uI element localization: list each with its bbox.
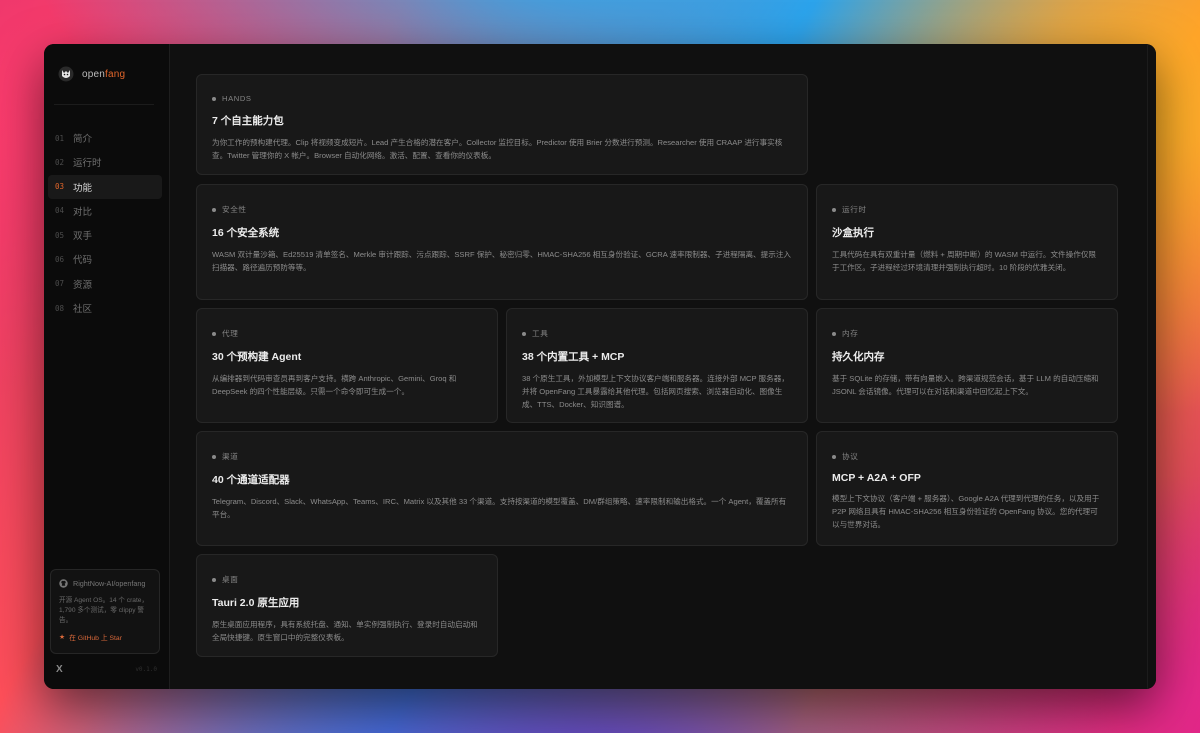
feature-tag: 桌面 bbox=[212, 574, 482, 585]
sidebar-item[interactable]: 05 双手 bbox=[48, 223, 162, 247]
feature-tag-label: 桌面 bbox=[222, 575, 239, 584]
bullet-dot-icon bbox=[832, 454, 836, 459]
feature-description: 为你工作的预构建代理。Clip 将视频变成短片。Lead 产生合格的潜在客户。C… bbox=[212, 138, 783, 160]
star-icon: ★ bbox=[59, 634, 66, 641]
sidebar-item-number: 08 bbox=[55, 303, 65, 313]
feature-description: Telegram、Discord、Slack、WhatsApp、Teams、IR… bbox=[212, 497, 787, 519]
sidebar-item-label: 对比 bbox=[73, 206, 93, 218]
feature-card[interactable]: 协议 MCP + A2A + OFP 模型上下文协议（客户端 + 服务器）、Goog… bbox=[816, 431, 1118, 546]
feature-description: WASM 双计量沙箱、Ed25519 清单签名、Merkle 审计跟踪、污点跟踪… bbox=[212, 250, 792, 272]
feature-title: 40 个通道适配器 bbox=[212, 474, 290, 486]
feature-tag: HANDS bbox=[212, 94, 792, 103]
sidebar-item-number: 05 bbox=[55, 230, 65, 240]
feature-title: 30 个预构建 Agent bbox=[212, 351, 302, 363]
bullet-dot-icon bbox=[212, 331, 216, 336]
feature-description: 38 个原生工具，外加模型上下文协议客户端和服务器。连接外部 MCP 服务器，并… bbox=[522, 374, 789, 409]
sidebar-item[interactable]: 02 运行时 bbox=[48, 150, 162, 174]
feature-title: 沙盒执行 bbox=[832, 227, 874, 239]
github-icon bbox=[59, 579, 68, 588]
bullet-dot-icon bbox=[522, 331, 526, 336]
scrollbar[interactable] bbox=[1147, 44, 1148, 689]
feature-tag: 代理 bbox=[212, 328, 482, 339]
sidebar-item-number: 06 bbox=[55, 254, 65, 264]
sidebar: openfang 01 简介 02 运行时 03 功能 04 对比 05 双手 06 代码 07 资源 08… bbox=[44, 44, 170, 689]
feature-tag: 工具 bbox=[522, 328, 792, 339]
feature-card[interactable]: 运行时沙盒执行工具代码在具有双重计量（燃料 + 周期中断）的 WASM 中运行。… bbox=[816, 184, 1118, 300]
brand[interactable]: openfang bbox=[58, 66, 125, 82]
bullet-dot-icon bbox=[832, 207, 836, 212]
sidebar-item-label: 运行时 bbox=[73, 158, 102, 170]
feature-tag-label: 安全性 bbox=[222, 205, 247, 214]
star-label: 在 GitHub 上 Star bbox=[69, 635, 122, 642]
feature-tag: 渠道 bbox=[212, 451, 792, 462]
bullet-dot-icon bbox=[212, 96, 216, 101]
repo-header[interactable]: RightNow-AI/openfang bbox=[59, 579, 151, 588]
wolf-logo-icon bbox=[58, 66, 74, 82]
sidebar-item-number: 02 bbox=[55, 157, 65, 167]
feature-description: 工具代码在具有双重计量（燃料 + 周期中断）的 WASM 中运行。文件操作仅限于… bbox=[832, 250, 1097, 272]
bullet-dot-icon bbox=[212, 454, 216, 459]
sidebar-item[interactable]: 03 功能 bbox=[48, 174, 162, 199]
sidebar-item[interactable]: 06 代码 bbox=[48, 247, 162, 271]
sidebar-item-label: 代码 bbox=[73, 255, 93, 267]
sidebar-item-label: 功能 bbox=[73, 182, 93, 194]
sidebar-item[interactable]: 08 社区 bbox=[48, 296, 162, 320]
feature-description: 基于 SQLite 的存储，带有向量嵌入。跨渠道规范会话，基于 LLM 的自动压… bbox=[832, 374, 1099, 396]
sidebar-item[interactable]: 01 简介 bbox=[48, 126, 162, 150]
feature-card[interactable]: 渠道 40 个通道适配器 Telegram、Discord、Slack、WhatsA… bbox=[196, 431, 808, 546]
brand-name: openfang bbox=[82, 68, 126, 80]
feature-card[interactable]: 桌面 Tauri 2.0 原生应用原生桌面应用程序，具有系统托盘、通知、单实例强制… bbox=[196, 554, 498, 657]
bullet-dot-icon bbox=[212, 207, 216, 212]
feature-card[interactable]: HANDS 7 个自主能力包为你工作的预构建代理。Clip 将视频变成短片。Lea… bbox=[196, 74, 808, 175]
features-grid: HANDS 7 个自主能力包为你工作的预构建代理。Clip 将视频变成短片。Lea… bbox=[170, 44, 1156, 689]
bullet-dot-icon bbox=[212, 577, 216, 582]
repo-description: 开源 Agent OS。14 个 crate，1,790 多个测试，零 clip… bbox=[59, 597, 149, 624]
feature-title: 16 个安全系统 bbox=[212, 227, 280, 239]
feature-description: 从编排器到代码审查员再到客户支持。横跨 Anthropic、Gemini、Gro… bbox=[212, 374, 457, 396]
feature-card[interactable]: 代理 30 个预构建 Agent 从编排器到代码审查员再到客户支持。横跨 Anthr… bbox=[196, 308, 498, 423]
feature-tag-label: HANDS bbox=[222, 94, 252, 103]
sidebar-item-number: 01 bbox=[55, 133, 65, 143]
feature-tag: 协议 bbox=[832, 451, 1102, 462]
feature-tag-label: 内存 bbox=[842, 329, 859, 338]
sidebar-item[interactable]: 07 资源 bbox=[48, 272, 162, 296]
feature-title: 持久化内存 bbox=[832, 351, 885, 363]
sidebar-item-number: 04 bbox=[55, 206, 65, 216]
feature-title: MCP + A2A + OFP bbox=[832, 472, 921, 484]
version-label: v0.1.0 bbox=[135, 666, 157, 673]
app-window: openfang 01 简介 02 运行时 03 功能 04 对比 05 双手 06 代码 07 资源 08… bbox=[44, 44, 1156, 689]
feature-tag: 安全性 bbox=[212, 204, 792, 215]
sidebar-item[interactable]: 04 对比 bbox=[48, 199, 162, 223]
feature-tag-label: 协议 bbox=[842, 452, 859, 461]
feature-tag-label: 运行时 bbox=[842, 205, 867, 214]
sidebar-nav: 01 简介 02 运行时 03 功能 04 对比 05 双手 06 代码 07 资源 08 社区 bbox=[48, 126, 162, 320]
x-social-icon[interactable]: X bbox=[56, 664, 63, 675]
feature-card[interactable]: 工具 38 个内置工具 + MCP 38 个原生工具，外加模型上下文协议客户端和服务… bbox=[506, 308, 808, 423]
sidebar-item-number: 03 bbox=[55, 182, 65, 192]
repo-card[interactable]: RightNow-AI/openfang 开源 Agent OS。14 个 cr… bbox=[50, 569, 160, 654]
bullet-dot-icon bbox=[832, 331, 836, 336]
github-star-link[interactable]: ★ 在 GitHub 上 Star bbox=[59, 632, 151, 642]
feature-tag: 内存 bbox=[832, 328, 1102, 339]
sidebar-item-number: 07 bbox=[55, 279, 65, 289]
sidebar-item-label: 资源 bbox=[73, 279, 93, 291]
feature-description: 原生桌面应用程序，具有系统托盘、通知、单实例强制执行、登录时自动启动和全局快捷键… bbox=[212, 620, 478, 642]
feature-tag-label: 代理 bbox=[222, 329, 239, 338]
feature-title: 38 个内置工具 + MCP bbox=[522, 351, 625, 363]
sidebar-item-label: 社区 bbox=[73, 304, 93, 316]
feature-title: 7 个自主能力包 bbox=[212, 115, 284, 127]
feature-tag-label: 渠道 bbox=[222, 452, 239, 461]
sidebar-item-label: 简介 bbox=[73, 134, 93, 145]
feature-card[interactable]: 内存持久化内存基于 SQLite 的存储，带有向量嵌入。跨渠道规范会话，基于 L… bbox=[816, 308, 1118, 423]
feature-tag: 运行时 bbox=[832, 204, 1102, 215]
divider bbox=[54, 104, 154, 105]
sidebar-item-label: 双手 bbox=[73, 231, 93, 243]
feature-tag-label: 工具 bbox=[532, 329, 549, 338]
repo-name: RightNow-AI/openfang bbox=[73, 579, 146, 588]
feature-title: Tauri 2.0 原生应用 bbox=[212, 597, 300, 609]
sidebar-footer: X v0.1.0 bbox=[56, 664, 157, 675]
feature-card[interactable]: 安全性 16 个安全系统 WASM 双计量沙箱、Ed25519 清单签名、Merkl… bbox=[196, 184, 808, 300]
feature-description: 模型上下文协议（客户端 + 服务器）、Google A2A 代理到代理的任务，以… bbox=[832, 494, 1100, 529]
